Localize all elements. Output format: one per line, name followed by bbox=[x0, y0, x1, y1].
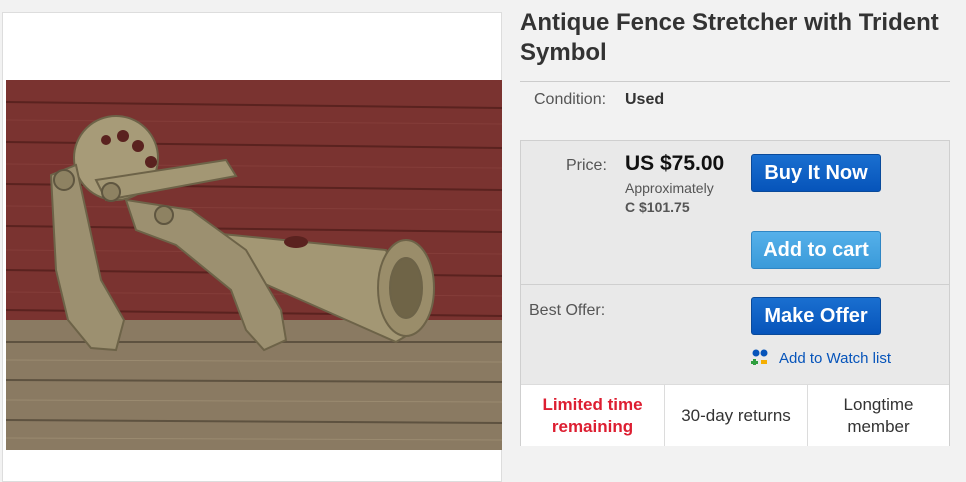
badge-line: Longtime bbox=[843, 394, 914, 414]
watch-list-icon bbox=[751, 348, 773, 368]
price-label: Price: bbox=[566, 157, 607, 174]
badge-line: Limited time bbox=[542, 394, 643, 414]
badge-line: member bbox=[847, 416, 910, 436]
badge-returns: 30-day returns bbox=[664, 385, 807, 446]
make-offer-button[interactable]: Make Offer bbox=[751, 297, 881, 335]
badge-line: remaining bbox=[551, 416, 634, 436]
offer-divider bbox=[521, 284, 949, 285]
buy-it-now-button[interactable]: Buy It Now bbox=[751, 154, 881, 192]
condition-label: Condition: bbox=[534, 91, 607, 108]
badge-limited-time: Limited time remaining bbox=[521, 385, 664, 446]
price-value: US $75.00 bbox=[625, 152, 725, 175]
listing-title: Antique Fence Stretcher with Trident Sym… bbox=[520, 9, 939, 66]
trust-badges: Limited time remaining 30-day returns Lo… bbox=[521, 384, 949, 446]
add-to-cart-button[interactable]: Add to cart bbox=[751, 231, 881, 269]
image-panel bbox=[2, 12, 502, 482]
approx-price-label: Approximately bbox=[625, 180, 714, 196]
badge-line: 30-day returns bbox=[681, 405, 791, 425]
condition-value: Used bbox=[625, 91, 665, 108]
title-divider bbox=[520, 81, 950, 82]
product-image[interactable] bbox=[6, 80, 502, 450]
watch-list-label: Add to Watch list bbox=[779, 349, 891, 367]
badge-longtime-member: Longtime member bbox=[807, 385, 949, 446]
approx-price-value: C $101.75 bbox=[625, 199, 690, 215]
product-photo bbox=[6, 80, 502, 450]
add-to-watch-list-link[interactable]: Add to Watch list bbox=[751, 348, 891, 368]
best-offer-label: Best Offer: bbox=[529, 302, 606, 319]
